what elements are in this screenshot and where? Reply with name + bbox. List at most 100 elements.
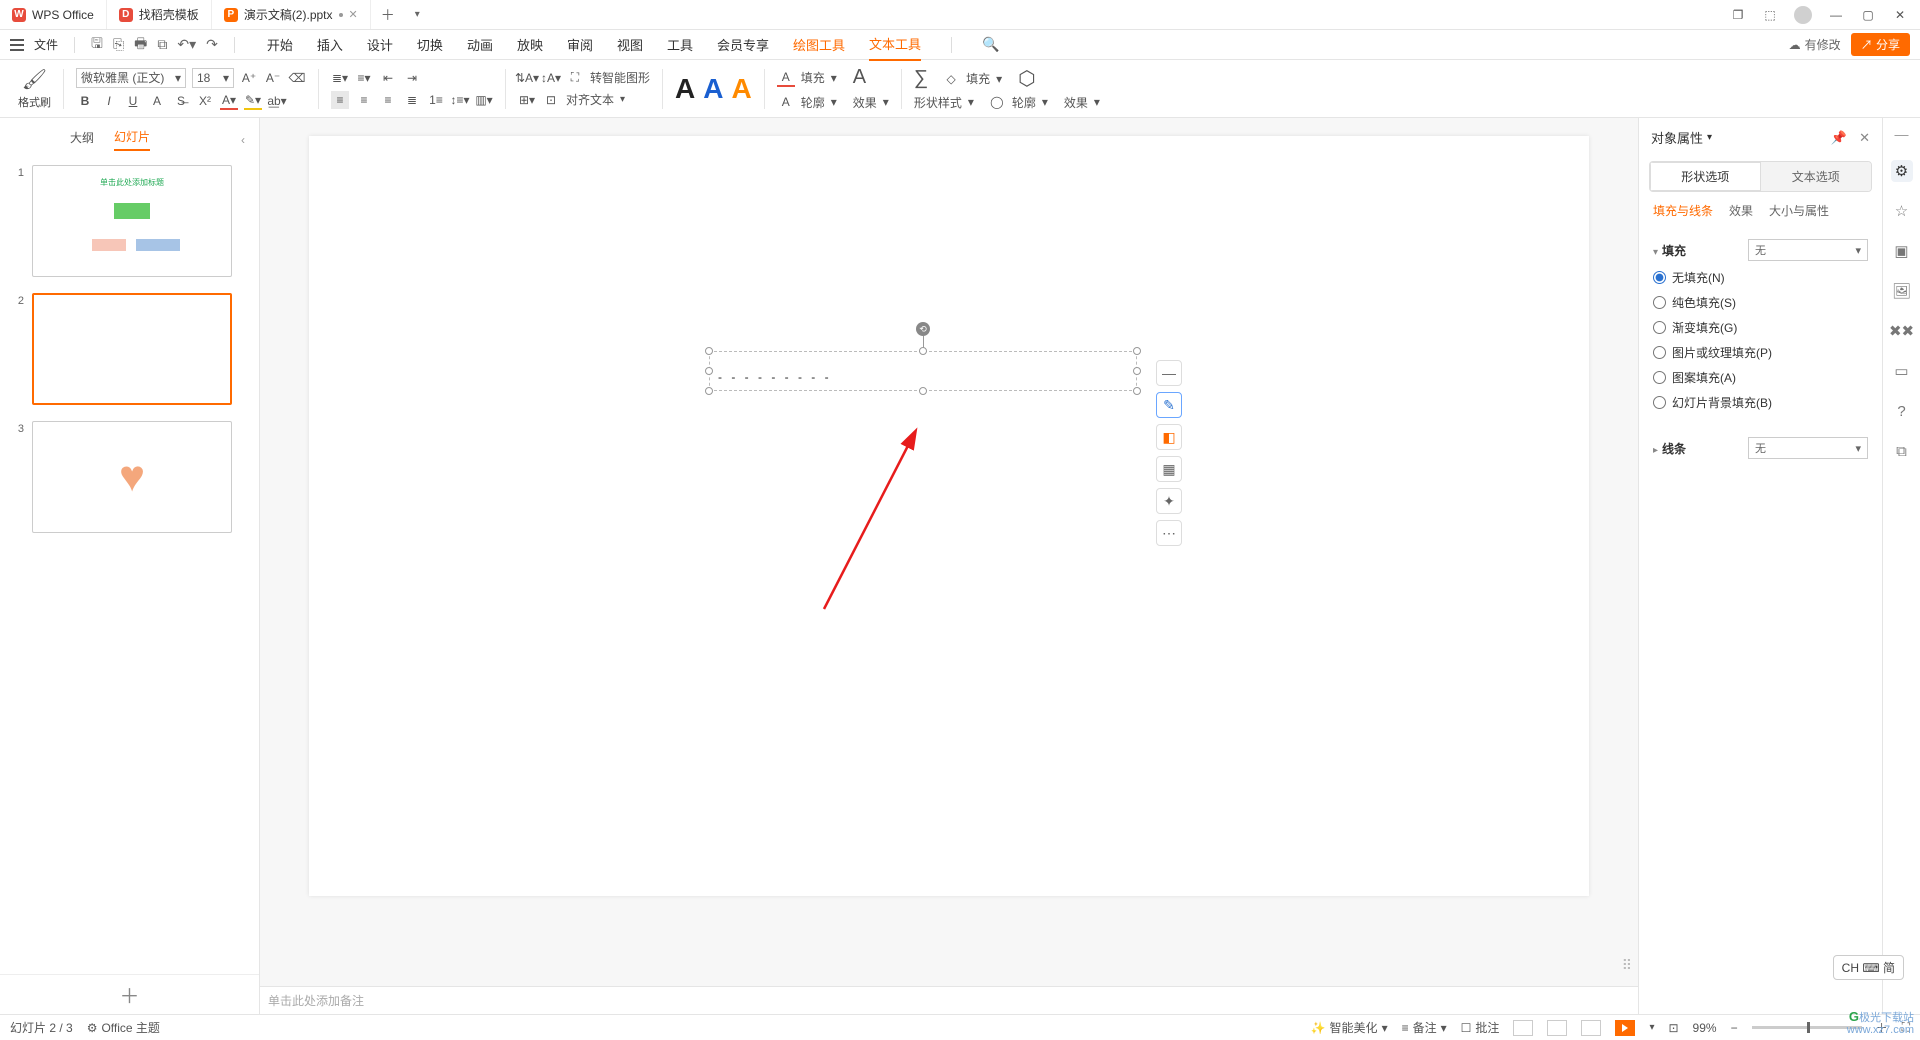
- rail-star-icon[interactable]: ☆: [1891, 200, 1913, 222]
- text-fill-icon[interactable]: A: [777, 69, 795, 87]
- char-spacing-icon[interactable]: a͟b▾: [268, 92, 286, 110]
- fit-icon[interactable]: ⊡: [1668, 1021, 1678, 1035]
- ft-magic-icon[interactable]: ✦: [1156, 488, 1182, 514]
- ft-layout-icon[interactable]: ▦: [1156, 456, 1182, 482]
- zoom-out-icon[interactable]: −: [1731, 1021, 1738, 1035]
- vertical-align-icon[interactable]: ↕A▾: [542, 69, 560, 87]
- comments-toggle[interactable]: ☐ 批注: [1461, 1019, 1500, 1036]
- window-snap-icon[interactable]: ❐: [1730, 7, 1746, 23]
- selected-textbox[interactable]: ⟲ - - - - - - - - - — ✎ ◧ ▦: [709, 351, 1137, 391]
- resize-handle[interactable]: [1133, 367, 1141, 375]
- shape-3d-icon[interactable]: ⬡: [1018, 66, 1035, 91]
- view-reading-icon[interactable]: [1581, 1020, 1601, 1036]
- text-shadow-icon[interactable]: A: [148, 92, 166, 110]
- align-center-icon[interactable]: ≡: [355, 91, 373, 109]
- slideshow-menu-icon[interactable]: ▾: [1649, 1022, 1654, 1033]
- resize-handle[interactable]: [919, 347, 927, 355]
- seg-text-options[interactable]: 文本选项: [1761, 162, 1872, 191]
- rail-help-icon[interactable]: ?: [1891, 400, 1913, 422]
- tab-review[interactable]: 审阅: [567, 29, 593, 60]
- minimize-icon[interactable]: —: [1828, 7, 1844, 23]
- hamburger-icon[interactable]: [10, 39, 24, 51]
- radio-no-fill[interactable]: 无填充(N): [1653, 269, 1868, 286]
- close-tab-icon[interactable]: ✕: [349, 8, 358, 21]
- numbering-icon[interactable]: ≡▾: [355, 69, 373, 87]
- tab-animation[interactable]: 动画: [467, 29, 493, 60]
- pin-icon[interactable]: 📌: [1831, 130, 1847, 146]
- rail-link-icon[interactable]: ⧉: [1891, 440, 1913, 462]
- slide-thumb-3[interactable]: ♥: [32, 421, 232, 533]
- print-preview-icon[interactable]: ⧉: [157, 36, 167, 53]
- resize-handle[interactable]: [1133, 347, 1141, 355]
- wordart-style-3[interactable]: A: [731, 73, 751, 105]
- tab-docer[interactable]: D 找稻壳模板: [107, 0, 212, 29]
- tab-member[interactable]: 会员专享: [717, 29, 769, 60]
- tab-menu-button[interactable]: ▾: [405, 9, 430, 20]
- close-panel-icon[interactable]: ✕: [1859, 130, 1870, 146]
- radio-pattern-fill[interactable]: 图案填充(A): [1653, 369, 1868, 386]
- ft-more-icon[interactable]: ⋯: [1156, 520, 1182, 546]
- ft-ai-icon[interactable]: —: [1156, 360, 1182, 386]
- avatar[interactable]: [1794, 6, 1812, 24]
- slide-thumb-2[interactable]: [32, 293, 232, 405]
- clear-format-icon[interactable]: ⌫: [288, 69, 306, 87]
- indent-inc-icon[interactable]: ⇥: [403, 69, 421, 87]
- radio-slidebg-fill[interactable]: 幻灯片背景填充(B): [1653, 394, 1868, 411]
- shape-outline-icon[interactable]: ◯: [988, 93, 1006, 111]
- modified-indicator[interactable]: ☁ 有修改: [1789, 36, 1841, 53]
- line-spacing-icon[interactable]: ↕≡▾: [451, 91, 469, 109]
- rail-tools-icon[interactable]: ✖✖: [1891, 320, 1913, 342]
- rail-collapse-icon[interactable]: —: [1895, 126, 1909, 142]
- beautify-button[interactable]: ✨ 智能美化 ▾: [1311, 1019, 1388, 1036]
- wordart-style-1[interactable]: A: [675, 73, 695, 105]
- italic-icon[interactable]: I: [100, 92, 118, 110]
- slide-thumb-1[interactable]: 单击此处添加标题: [32, 165, 232, 277]
- view-normal-icon[interactable]: [1513, 1020, 1533, 1036]
- tab-insert[interactable]: 插入: [317, 29, 343, 60]
- rail-settings-icon[interactable]: ⚙: [1891, 160, 1913, 182]
- notes-toggle[interactable]: ≡ 备注 ▾: [1402, 1019, 1447, 1036]
- redo-icon[interactable]: ↷: [206, 36, 218, 53]
- strike-icon[interactable]: S̶: [172, 92, 190, 110]
- slides-tab[interactable]: 幻灯片: [114, 128, 150, 151]
- shape-style-icon[interactable]: ∑: [914, 67, 928, 90]
- resize-handle[interactable]: [705, 387, 713, 395]
- resize-handle[interactable]: [705, 347, 713, 355]
- slide-options-icon[interactable]: ⠿: [1622, 962, 1632, 968]
- tab-view[interactable]: 视图: [617, 29, 643, 60]
- tab-transition[interactable]: 切换: [417, 29, 443, 60]
- rail-book-icon[interactable]: ▭: [1891, 360, 1913, 382]
- tab-start[interactable]: 开始: [267, 29, 293, 60]
- fill-preset-select[interactable]: 无▾: [1748, 239, 1868, 261]
- view-slideshow-icon[interactable]: [1615, 1020, 1635, 1036]
- format-painter-group[interactable]: 🖌格式刷: [10, 60, 59, 117]
- font-size-select[interactable]: 18▾: [192, 68, 234, 88]
- smart-graphic-icon[interactable]: ⛶: [566, 69, 584, 87]
- prop-tab-fill-line[interactable]: 填充与线条: [1653, 202, 1713, 219]
- shrink-font-icon[interactable]: A⁻: [264, 69, 282, 87]
- resize-handle[interactable]: [1133, 387, 1141, 395]
- search-icon[interactable]: 🔍: [982, 36, 999, 53]
- rail-image-icon[interactable]: 🖼: [1891, 280, 1913, 302]
- ft-fill-icon[interactable]: ◧: [1156, 424, 1182, 450]
- tab-text-tools[interactable]: 文本工具: [869, 28, 921, 61]
- print-icon[interactable]: 🖶: [134, 33, 147, 57]
- tab-wps-home[interactable]: W WPS Office: [0, 0, 107, 29]
- align-left-icon[interactable]: ≡: [331, 91, 349, 109]
- wordart-style-2[interactable]: A: [703, 73, 723, 105]
- text-direction-icon[interactable]: ⇅A▾: [518, 69, 536, 87]
- view-sorter-icon[interactable]: [1547, 1020, 1567, 1036]
- bold-icon[interactable]: B: [76, 92, 94, 110]
- align-right-icon[interactable]: ≡: [379, 91, 397, 109]
- export-icon[interactable]: ⎘: [113, 36, 124, 53]
- resize-handle[interactable]: [705, 367, 713, 375]
- share-button[interactable]: ↗ 分享: [1851, 33, 1910, 56]
- zoom-slider[interactable]: [1752, 1026, 1862, 1029]
- notes-area[interactable]: 单击此处添加备注: [260, 986, 1638, 1014]
- radio-picture-fill[interactable]: 图片或纹理填充(P): [1653, 344, 1868, 361]
- cube-icon[interactable]: ⬚: [1762, 7, 1778, 23]
- file-menu[interactable]: 文件: [34, 36, 58, 53]
- ime-indicator[interactable]: CH ⌨ 简: [1833, 955, 1904, 980]
- prop-tab-effect[interactable]: 效果: [1729, 202, 1753, 219]
- new-tab-button[interactable]: ＋: [371, 5, 405, 25]
